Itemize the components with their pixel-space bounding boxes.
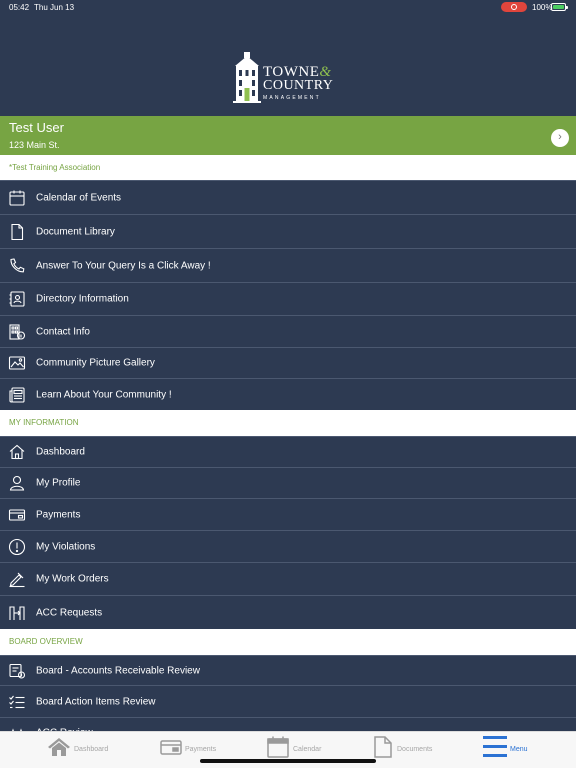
menu-item-label: Community Picture Gallery [36, 357, 155, 369]
menu-item-label: Board - Accounts Receivable Review [36, 665, 200, 676]
acc-icon [8, 604, 26, 622]
tab-label: Calendar [293, 746, 322, 753]
newspaper-icon [8, 386, 26, 404]
screen-recording-icon [501, 2, 527, 12]
menu-item-label: Calendar of Events [36, 192, 122, 203]
menu-item-label: My Profile [36, 477, 81, 489]
menu-item-payments[interactable]: Payments [0, 498, 576, 530]
tab-dashboard[interactable]: Dashboard [47, 736, 117, 758]
user-name: Test User [9, 120, 64, 135]
menu-item-document-library[interactable]: Document Library [0, 214, 576, 248]
menu-item-label: ACC Requests [36, 607, 103, 618]
payment-card-icon [8, 506, 26, 524]
tab-menu[interactable]: Menu [483, 736, 543, 758]
menu-item-learn-about-community[interactable]: Learn About Your Community ! [0, 378, 576, 411]
menu-item-my-work-orders[interactable]: My Work Orders [0, 562, 576, 595]
menu-item-label: Payments [36, 509, 81, 520]
menu-item-label: Dashboard [36, 446, 85, 458]
menu-item-directory-information[interactable]: Directory Information [0, 282, 576, 315]
menu-item-label: Contact Info [36, 326, 90, 337]
alert-icon [8, 538, 26, 556]
menu-item-label: Document Library [36, 226, 115, 237]
battery-percent: 100% [532, 3, 553, 12]
picture-icon [8, 354, 26, 372]
menu-item-community-picture-gallery[interactable]: Community Picture Gallery [0, 347, 576, 378]
menu-item-label: Directory Information [36, 293, 129, 305]
home-icon [47, 736, 71, 763]
menu-item-label: Answer To Your Query Is a Click Away ! [36, 260, 211, 271]
logo-line-management: MANAGEMENT [263, 95, 321, 101]
section-header-my-information: MY INFORMATION [0, 410, 576, 436]
building-logo-icon [233, 52, 261, 103]
menu-item-board-accounts-receivable[interactable]: Board - Accounts Receivable Review [0, 655, 576, 685]
document-icon [8, 223, 26, 241]
home-indicator[interactable] [200, 759, 376, 763]
community-menu: Calendar of Events Document Library Answ… [0, 180, 576, 411]
tab-label: Payments [185, 746, 217, 753]
tab-documents[interactable]: Documents [374, 736, 444, 758]
checklist-icon [8, 693, 26, 711]
work-order-icon [8, 570, 26, 588]
menu-item-my-profile[interactable]: My Profile [0, 467, 576, 498]
phone-icon [8, 257, 26, 275]
tab-label: Documents [397, 746, 433, 753]
status-bar: 05:42 Thu Jun 13 100% [0, 0, 576, 14]
status-date: Thu Jun 13 [34, 3, 75, 12]
menu-item-label: Board Action Items Review [36, 696, 156, 707]
menu-item-answer-query[interactable]: Answer To Your Query Is a Click Away ! [0, 248, 576, 282]
tab-label: Dashboard [74, 746, 109, 753]
receivable-icon [8, 662, 26, 680]
person-icon [8, 474, 26, 492]
association-header: *Test Training Association [0, 155, 576, 180]
chevron-right-icon[interactable]: › [551, 129, 569, 147]
menu-item-board-action-items[interactable]: Board Action Items Review [0, 685, 576, 717]
menu-item-calendar-of-events[interactable]: Calendar of Events [0, 180, 576, 214]
menu-item-my-violations[interactable]: My Violations [0, 530, 576, 562]
tab-calendar[interactable]: Calendar [267, 736, 337, 758]
document-icon [374, 736, 392, 763]
menu-item-contact-info[interactable]: Contact Info [0, 315, 576, 347]
tab-payments[interactable]: Payments [160, 736, 230, 758]
calendar-icon [8, 189, 26, 207]
section-header-board-overview: BOARD OVERVIEW [0, 629, 576, 655]
home-icon [8, 443, 26, 461]
menu-item-label: Learn About Your Community ! [36, 389, 172, 401]
user-address: 123 Main St. [9, 140, 60, 150]
tab-label: Menu [510, 746, 528, 753]
logo-line-country: COUNTRY [263, 78, 334, 93]
my-information-menu: Dashboard My Profile Payments My Violati… [0, 436, 576, 629]
menu-item-label: My Work Orders [36, 573, 109, 585]
battery-icon [551, 3, 568, 11]
contact-card-icon [8, 290, 26, 308]
user-banner[interactable]: Test User 123 Main St. › [0, 116, 576, 155]
menu-item-label: My Violations [36, 541, 96, 552]
menu-icon [483, 736, 507, 763]
payment-card-icon [160, 736, 182, 763]
company-logo: TOWNE& COUNTRY MANAGEMENT [233, 52, 345, 104]
menu-item-acc-requests[interactable]: ACC Requests [0, 595, 576, 629]
menu-item-dashboard[interactable]: Dashboard [0, 436, 576, 467]
status-time: 05:42 [9, 3, 30, 12]
building-info-icon [8, 323, 26, 341]
